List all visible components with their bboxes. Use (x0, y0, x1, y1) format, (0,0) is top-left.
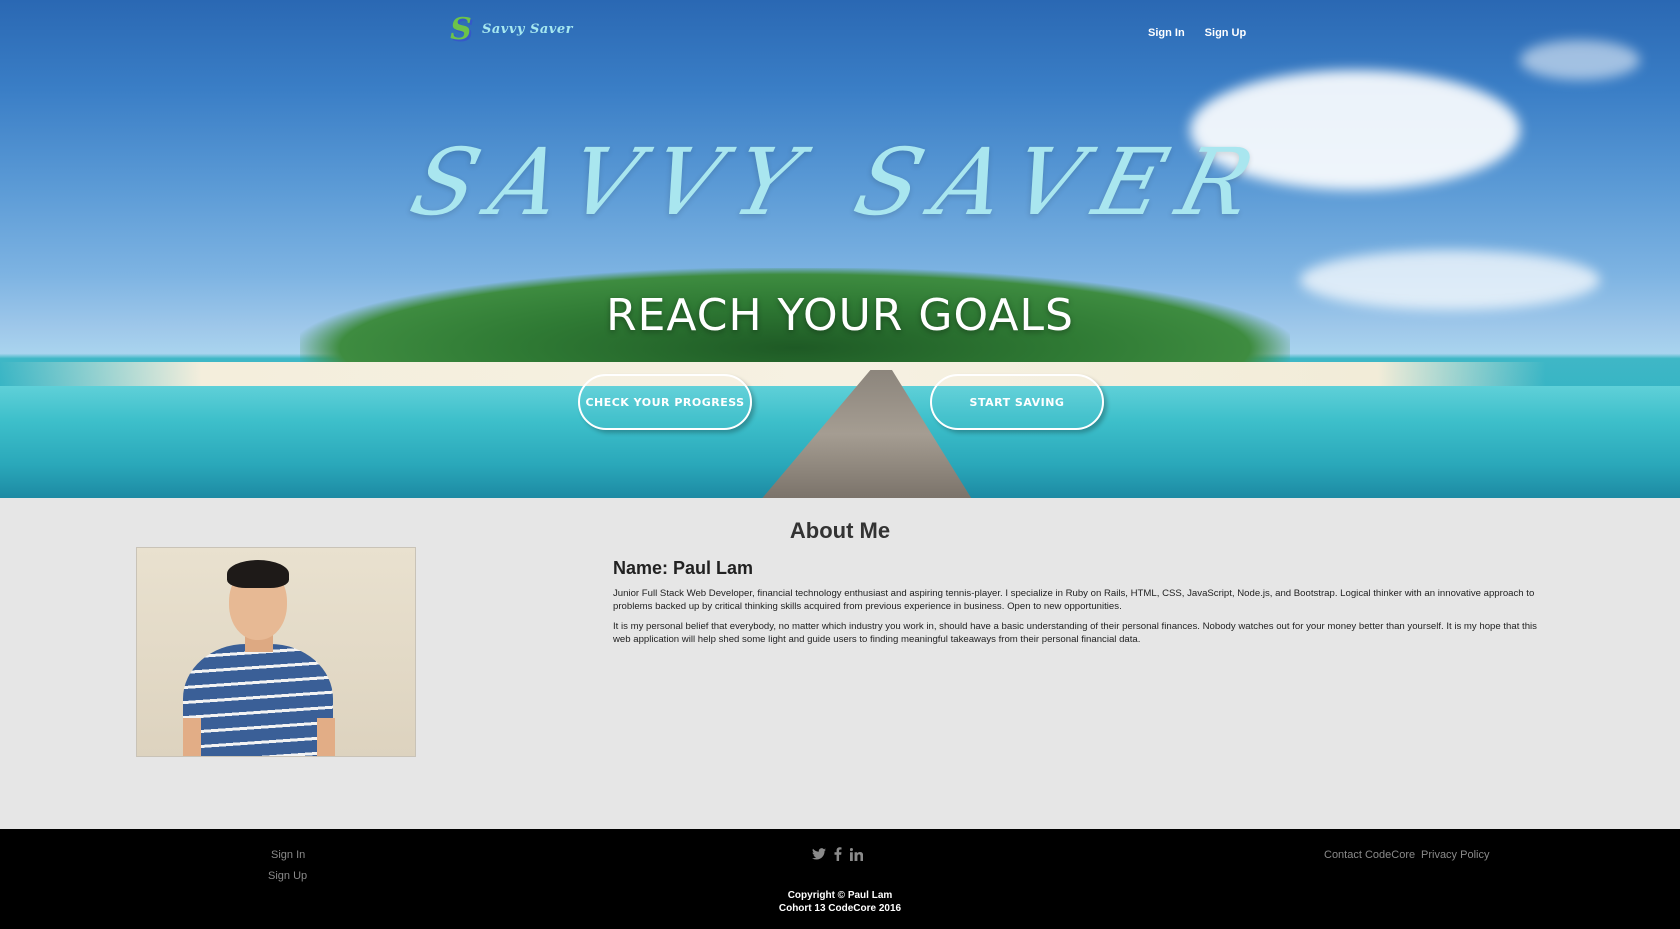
bio-name: Name: Paul Lam (613, 558, 754, 578)
bio-paragraph: Junior Full Stack Web Developer, financi… (613, 588, 1535, 612)
privacy-policy-link[interactable]: Privacy Policy (1421, 849, 1489, 861)
beach-decoration (0, 362, 1680, 386)
profile-photo (136, 547, 416, 757)
contact-codecore-link[interactable]: Contact CodeCore (1324, 849, 1415, 861)
hero-tagline: REACH YOUR GOALS (606, 290, 1074, 341)
footer-sign-up-link[interactable]: Sign Up (268, 870, 307, 882)
logo-icon: S (450, 11, 472, 47)
linkedin-icon[interactable] (850, 847, 863, 861)
logo-text: Savvy Saver (482, 21, 573, 37)
nav-sign-up-link[interactable]: Sign Up (1205, 27, 1247, 39)
photo-hair (227, 560, 289, 588)
check-progress-button[interactable]: CHECK YOUR PROGRESS (578, 374, 752, 430)
about-heading: About Me (789, 518, 891, 543)
copyright: Copyright © Paul Lam Cohort 13 CodeCore … (0, 889, 1680, 915)
cloud-decoration (1520, 40, 1640, 80)
copyright-line: Copyright © Paul Lam (787, 890, 893, 901)
footer-sign-in-link[interactable]: Sign In (271, 849, 305, 861)
logo-link[interactable]: S Savvy Saver (448, 11, 573, 47)
twitter-icon[interactable] (812, 848, 826, 860)
footer: Sign In Sign Up Contact CodeCore Privacy… (0, 829, 1680, 929)
bio-paragraph: It is my personal belief that everybody,… (613, 621, 1537, 645)
about-section: About Me Name: Paul Lam Junior Full Stac… (0, 498, 1680, 829)
start-saving-button[interactable]: START SAVING (930, 374, 1104, 430)
photo-arm (183, 718, 201, 756)
top-nav: Sign In Sign Up (1148, 27, 1246, 39)
hero-title: SAVVY SAVER (401, 129, 1280, 236)
facebook-icon[interactable] (834, 847, 842, 861)
copyright-line: Cohort 13 CodeCore 2016 (778, 903, 902, 914)
photo-arm (317, 718, 335, 756)
photo-shirt (183, 644, 333, 756)
bio-block: Name: Paul Lam Junior Full Stack Web Dev… (613, 558, 1538, 653)
nav-sign-in-link[interactable]: Sign In (1148, 27, 1185, 39)
social-links (812, 847, 863, 861)
hero-section: S Savvy Saver Sign In Sign Up SAVVY SAVE… (0, 0, 1680, 498)
